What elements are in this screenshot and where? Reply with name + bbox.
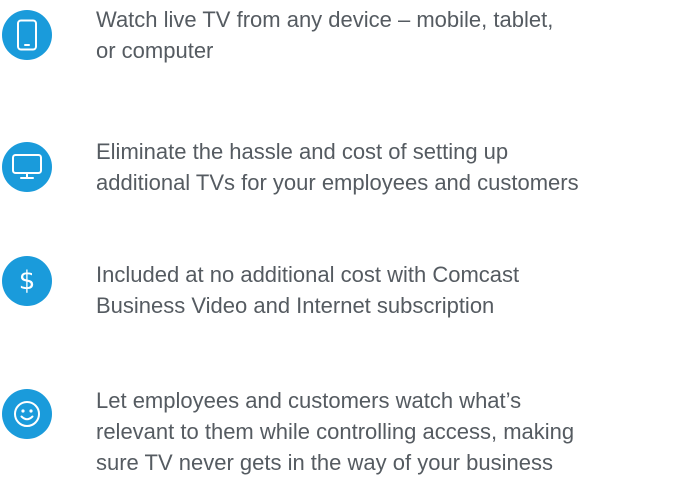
- feature-text: Eliminate the hassle and cost of setting…: [96, 139, 579, 195]
- smiley-face-icon: [2, 389, 52, 439]
- dollar-glyph: $: [18, 266, 36, 296]
- dollar-icon: $: [2, 256, 52, 306]
- feature-list: Watch live TV from any device – mobile, …: [0, 0, 683, 480]
- feature-text: Let employees and customers watch what’s…: [96, 388, 575, 475]
- feature-text: Included at no additional cost with Comc…: [96, 262, 520, 318]
- mobile-phone-icon: [2, 10, 52, 60]
- feature-text: Watch live TV from any device – mobile, …: [96, 7, 554, 63]
- monitor-icon: [2, 142, 52, 192]
